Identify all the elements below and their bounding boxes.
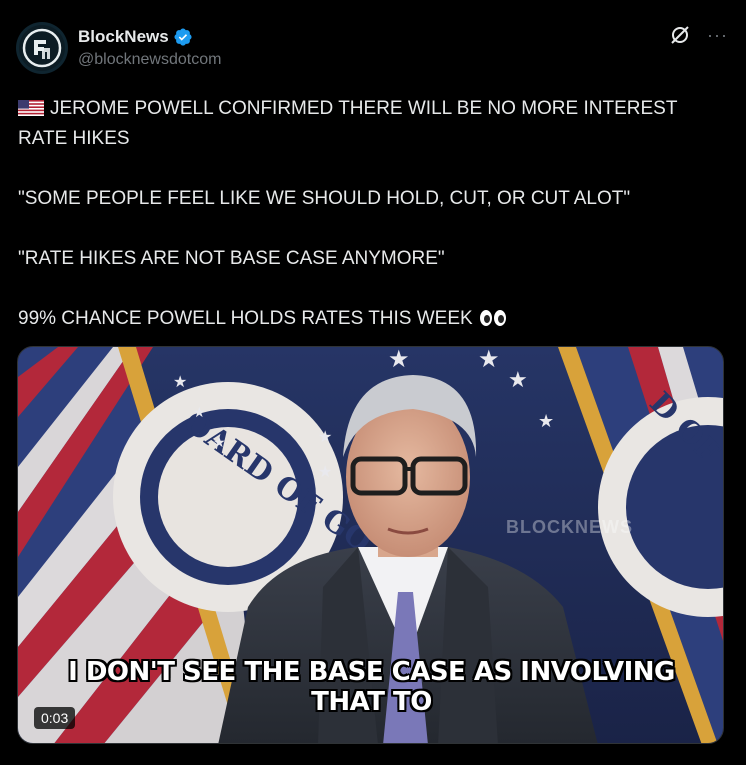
video-subtitle-line-1: I DON'T SEE THE BASE CASE AS INVOLVING — [68, 657, 675, 687]
author-handle[interactable]: @blocknewsdotcom — [78, 51, 221, 69]
svg-text:★: ★ — [478, 347, 500, 373]
blocknews-logo-icon — [19, 25, 65, 71]
display-name-row: BlockNews — [78, 26, 221, 48]
more-options-icon[interactable]: ··· — [707, 24, 728, 46]
svg-text:★: ★ — [173, 374, 187, 391]
eyes-emoji-icon — [479, 307, 507, 326]
video-player[interactable]: OARD OF GO ★ ★ ★ ★ ★ ★ ★ ★ ★ ★ ★ ★ — [17, 346, 724, 744]
svg-text:★: ★ — [193, 404, 206, 420]
svg-text:★: ★ — [538, 411, 554, 431]
post-line-1-text: JEROME POWELL CONFIRMED THERE WILL BE NO… — [18, 98, 678, 149]
svg-text:★: ★ — [213, 434, 226, 450]
post-line-3: "RATE HIKES ARE NOT BASE CASE ANYMORE" — [18, 248, 445, 269]
post-card: BlockNews @blocknewsdotcom ··· JEROME PO… — [0, 0, 746, 765]
post-line-4: 99% CHANCE POWELL HOLDS RATES THIS WEEK — [18, 304, 718, 334]
post-text: JEROME POWELL CONFIRMED THERE WILL BE NO… — [18, 94, 718, 334]
svg-text:★: ★ — [318, 429, 332, 446]
post-top-actions: ··· — [669, 24, 728, 46]
svg-text:★: ★ — [388, 347, 410, 373]
grok-slash-icon[interactable] — [669, 24, 691, 46]
svg-text:★: ★ — [508, 367, 528, 392]
author-avatar[interactable] — [16, 22, 68, 74]
post-line-1: JEROME POWELL CONFIRMED THERE WILL BE NO… — [18, 94, 718, 154]
svg-text:★: ★ — [318, 464, 332, 481]
post-line-2: "SOME PEOPLE FEEL LIKE WE SHOULD HOLD, C… — [18, 188, 631, 209]
us-flag-icon — [18, 96, 44, 116]
author-display-name[interactable]: BlockNews — [78, 27, 169, 47]
video-subtitle-line-2: THAT TO — [311, 687, 432, 717]
post-line-4-text: 99% CHANCE POWELL HOLDS RATES THIS WEEK — [18, 308, 473, 329]
author-info: BlockNews @blocknewsdotcom — [78, 26, 221, 69]
video-watermark: BLOCKNEWS — [506, 517, 633, 537]
video-timestamp: 0:03 — [34, 707, 76, 729]
verified-badge-icon[interactable] — [173, 27, 193, 47]
